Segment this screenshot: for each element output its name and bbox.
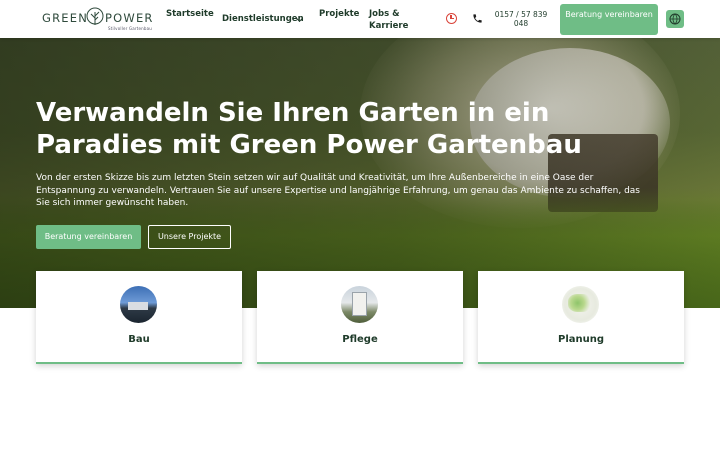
clock-icon[interactable] bbox=[446, 13, 457, 24]
service-image-planung bbox=[562, 286, 599, 323]
phone-icon bbox=[473, 14, 482, 23]
language-button[interactable] bbox=[666, 10, 684, 28]
hero-projects-button[interactable]: Unsere Projekte bbox=[148, 225, 231, 249]
nav-item-jobs[interactable]: Jobs & Karriere bbox=[369, 8, 409, 32]
logo[interactable]: GREEN POWER Stilvoller Gartenbau bbox=[42, 6, 152, 32]
hero-description: Von der ersten Skizze bis zum letzten St… bbox=[36, 173, 640, 209]
nav-item-services-label: Dienstleistungen bbox=[222, 14, 304, 24]
logo-word-right: POWER bbox=[105, 11, 154, 25]
nav-item-home[interactable]: Startseite bbox=[166, 8, 214, 20]
hero-title: Verwandeln Sie Ihren Garten in ein Parad… bbox=[36, 98, 582, 160]
logo-tagline: Stilvoller Gartenbau bbox=[108, 26, 153, 31]
service-image-pflege bbox=[341, 286, 378, 323]
service-card-pflege[interactable]: Pflege bbox=[257, 271, 463, 364]
service-title-pflege: Pflege bbox=[342, 334, 378, 345]
nav-item-services[interactable]: Dienstleistungen bbox=[222, 13, 304, 25]
service-card-planung[interactable]: Planung bbox=[478, 271, 684, 364]
service-image-bau bbox=[120, 286, 157, 323]
globe-icon bbox=[669, 13, 681, 25]
header-consultation-button[interactable]: Beratung vereinbaren bbox=[560, 4, 658, 35]
hero-consultation-button[interactable]: Beratung vereinbaren bbox=[36, 225, 141, 249]
site-header: GREEN POWER Stilvoller Gartenbau Startse… bbox=[0, 0, 720, 38]
tree-logo-icon bbox=[86, 7, 104, 25]
nav-item-projects[interactable]: Projekte bbox=[319, 8, 359, 20]
phone-number[interactable]: 0157 / 57 839 048 bbox=[493, 10, 549, 28]
logo-word-left: GREEN bbox=[42, 11, 89, 25]
service-title-bau: Bau bbox=[128, 334, 150, 345]
service-title-planung: Planung bbox=[557, 334, 605, 345]
service-card-bau[interactable]: Bau bbox=[36, 271, 242, 364]
